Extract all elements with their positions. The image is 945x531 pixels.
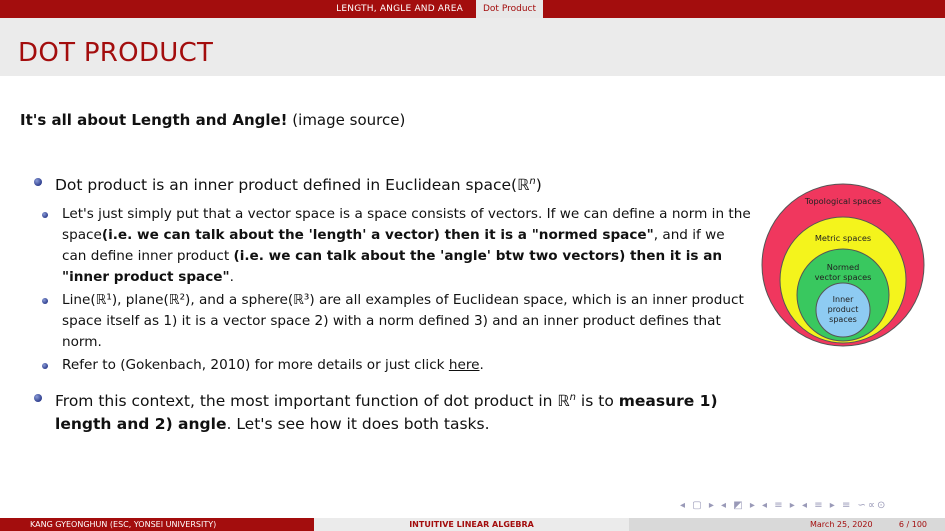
top-navigation-bar: LENGTH, ANGLE AND AREA Dot Product [0,0,945,18]
topological-label: Topological spaces [804,196,881,206]
sub-bullet-2: Line(ℝ¹), plane(ℝ²), and a sphere(ℝ³) ar… [40,290,752,353]
metric-label: Metric spaces [815,233,871,243]
footer-meta: March 25, 2020 6 / 100 [629,518,945,531]
sub-bullet-3: Refer to (Gokenbach, 2010) for more deta… [40,355,752,376]
sub1-bold1: (i.e. we can talk about the 'length' a v… [101,227,654,244]
title-bar: DOT PRODUCT [0,18,945,76]
inner-label-line1: Inner [833,295,854,304]
bullet-2-part1: From this context, the most important fu… [55,392,570,411]
lead-bold: It's all about Length and Angle! [20,111,288,129]
inner-label-line2: product [828,305,859,314]
sub-bullet-list: Let's just simply put that a vector spac… [40,204,752,376]
beamer-navigation-icons[interactable]: ◂ ▢ ▸ ◂ ◩ ▸ ◂ ≡ ▸ ◂ ≡ ▸ ≡ ∽∝⊙ [680,500,887,511]
bullet-1-text-after: ) [535,176,542,195]
normed-label-line2: vector spaces [815,272,872,282]
sub2-text: Line(ℝ¹), plane(ℝ²), and a sphere(ℝ³) ar… [62,292,744,351]
normed-label-line1: Normed [827,262,860,272]
bullet-2: From this context, the most important fu… [32,386,752,436]
space-hierarchy-diagram: Topological spaces Metric spaces Normed … [761,183,925,347]
slide-content: Dot product is an inner product defined … [32,170,752,443]
lead-line: It's all about Length and Angle! (image … [20,111,405,129]
sub3-end: . [479,357,484,374]
sub1-end: . [229,269,234,286]
footer-course: INTUITIVE LINEAR ALGEBRA [314,518,629,531]
sub-bullet-1: Let's just simply put that a vector spac… [40,204,752,288]
section-nav-link[interactable]: LENGTH, ANGLE AND AREA [336,4,463,14]
sub3-text: Refer to (Gokenbach, 2010) for more deta… [62,357,449,374]
subsection-nav-link[interactable]: Dot Product [476,0,543,18]
footer-page-number: 6 / 100 [898,520,927,529]
here-link[interactable]: here [449,357,480,373]
bullet-2-part2: is to [576,392,619,411]
inner-label-line3: spaces [829,315,857,324]
footer-author: KANG GYEONGHUN (ESC, YONSEI UNIVERSITY) [0,518,314,531]
bullet-1-text: Dot product is an inner product defined … [55,176,530,195]
lead-normal: (image source) [287,111,406,129]
footer-bar: KANG GYEONGHUN (ESC, YONSEI UNIVERSITY) … [0,518,945,531]
bullet-2-part3: . Let's see how it does both tasks. [226,415,490,434]
footer-date: March 25, 2020 [810,520,873,529]
bullet-1: Dot product is an inner product defined … [32,170,752,197]
slide-title: DOT PRODUCT [18,38,214,68]
